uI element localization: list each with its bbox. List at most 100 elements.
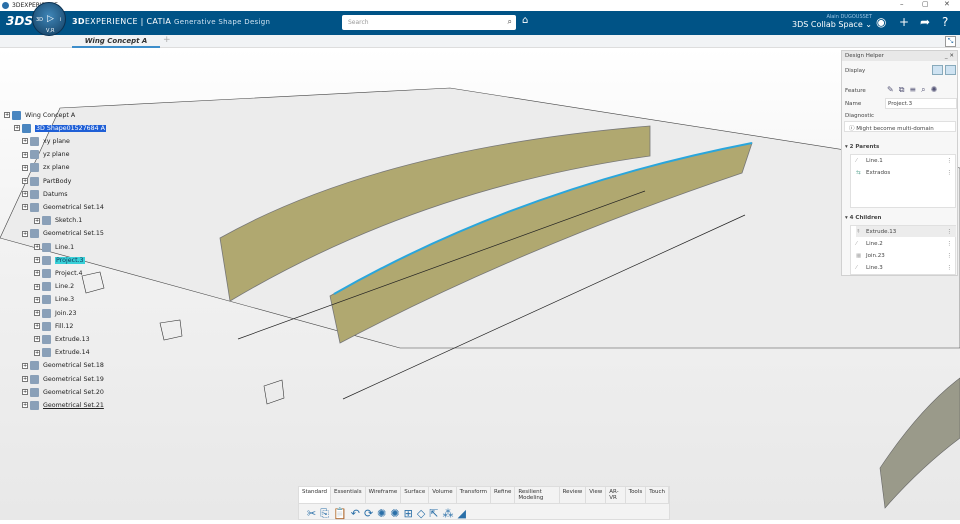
tree-node[interactable]: + Geometrical Set.14 bbox=[22, 201, 104, 213]
search-input[interactable]: Search ⌕ bbox=[342, 15, 516, 30]
tree-node[interactable]: + Geometrical Set.18 bbox=[22, 360, 104, 372]
toolbar-tab[interactable]: Refine bbox=[491, 487, 516, 503]
tree-node-label[interactable]: Geometrical Set.21 bbox=[43, 402, 104, 409]
paste-icon[interactable]: 📋 bbox=[333, 507, 347, 521]
parent-item[interactable]: ⁄ Line.1 ⋮ bbox=[856, 155, 956, 166]
tree-node-label[interactable]: zx plane bbox=[43, 164, 70, 171]
compass-vr[interactable]: V,R bbox=[46, 28, 54, 34]
expand-icon[interactable]: + bbox=[34, 323, 40, 330]
expand-icon[interactable]: + bbox=[4, 112, 10, 118]
expand-icon[interactable]: + bbox=[22, 230, 28, 237]
resilient-2-icon[interactable]: ✺ bbox=[390, 507, 399, 521]
tree-node-label[interactable]: Line.3 bbox=[55, 296, 74, 303]
more-icon[interactable]: ⋮ bbox=[947, 253, 953, 259]
tree-node[interactable]: + Extrude.13 bbox=[34, 333, 90, 345]
add-tab-button[interactable]: + bbox=[163, 35, 171, 45]
tree-node-label[interactable]: Datums bbox=[43, 191, 68, 198]
tree-node[interactable]: + Wing Concept A bbox=[4, 109, 75, 121]
minimize-button[interactable]: – bbox=[900, 0, 904, 8]
collab-space-selector[interactable]: 3DS Collab Space ⌄ bbox=[792, 20, 872, 29]
share-icon[interactable]: ➦ bbox=[920, 15, 930, 29]
more-icon[interactable]: ⋮ bbox=[947, 229, 953, 235]
toolbar-tab[interactable]: Review bbox=[560, 487, 587, 503]
update-icon[interactable]: ⟳ bbox=[364, 507, 373, 521]
expand-icon[interactable]: + bbox=[34, 349, 40, 356]
restore-view-icon[interactable]: ⤡ bbox=[945, 36, 956, 47]
expand-icon[interactable]: + bbox=[34, 283, 40, 290]
tree-node[interactable]: + yz plane bbox=[22, 149, 70, 161]
cut-icon[interactable]: ✂ bbox=[307, 507, 316, 521]
compass-widget[interactable]: 3D ▷ i V,R bbox=[32, 2, 66, 36]
3d-geometry[interactable] bbox=[0, 48, 960, 520]
expand-icon[interactable]: + bbox=[22, 362, 28, 369]
resilient-7-icon[interactable]: ◢ bbox=[458, 507, 466, 521]
toolbar-tab[interactable]: AR-VR bbox=[606, 487, 626, 503]
ds-logo-icon[interactable]: 3DS bbox=[6, 14, 33, 28]
toolbar-tab[interactable]: Standard bbox=[299, 487, 332, 503]
tree-node-label[interactable]: Geometrical Set.18 bbox=[43, 362, 104, 369]
tree-node-label[interactable]: Project.4 bbox=[55, 270, 83, 277]
toolbar-tab[interactable]: Volume bbox=[429, 487, 457, 503]
tag-icon[interactable]: ⌂ bbox=[522, 15, 528, 26]
tree-node-label[interactable]: yz plane bbox=[43, 151, 70, 158]
tree-node-label[interactable]: Geometrical Set.20 bbox=[43, 389, 104, 396]
children-header[interactable]: ▾ 4 Children bbox=[845, 215, 881, 221]
tree-node-label[interactable]: Extrude.14 bbox=[55, 349, 90, 356]
tree-node-label[interactable]: Line.2 bbox=[55, 283, 74, 290]
tree-node-label[interactable]: Geometrical Set.19 bbox=[43, 376, 104, 383]
more-icon[interactable]: ⋮ bbox=[947, 265, 953, 271]
tree-node-label[interactable]: Fill.12 bbox=[55, 323, 73, 330]
toolbar-tab[interactable]: Resilient Modeling bbox=[515, 487, 560, 503]
expand-icon[interactable]: + bbox=[22, 138, 28, 145]
expand-icon[interactable]: + bbox=[34, 310, 40, 316]
profile-icon[interactable]: ◉ bbox=[876, 15, 886, 29]
expand-icon[interactable]: + bbox=[22, 389, 28, 396]
maximize-button[interactable]: ▢ bbox=[922, 0, 929, 8]
resilient-6-icon[interactable]: ⁂ bbox=[443, 507, 454, 521]
tree-node[interactable]: + Line.1 bbox=[34, 241, 74, 253]
resilient-3-icon[interactable]: ⊞ bbox=[404, 507, 413, 521]
tree-node[interactable]: + Fill.12 bbox=[34, 320, 73, 332]
toolbar-tab[interactable]: Transform bbox=[457, 487, 492, 503]
toolbar-tab[interactable]: Surface bbox=[401, 487, 430, 503]
tree-node[interactable]: + Project.4 bbox=[34, 267, 83, 279]
show-icon[interactable] bbox=[932, 65, 943, 75]
toolbar-tab[interactable]: Touch bbox=[646, 487, 669, 503]
tree-node[interactable]: + zx plane bbox=[22, 162, 70, 174]
expand-icon[interactable]: + bbox=[34, 270, 40, 277]
expand-icon[interactable]: + bbox=[34, 336, 40, 343]
tree-node[interactable]: + Sketch.1 bbox=[34, 215, 82, 227]
expand-icon[interactable]: + bbox=[34, 217, 40, 224]
tree-node-label[interactable]: Geometrical Set.14 bbox=[43, 204, 104, 211]
toolbar-tab[interactable]: Tools bbox=[626, 487, 647, 503]
tree-node-label[interactable]: xy plane bbox=[43, 138, 70, 145]
expand-icon[interactable]: + bbox=[22, 178, 28, 184]
expand-icon[interactable]: + bbox=[34, 244, 40, 250]
feature-tools-icons[interactable]: ✎⧉≡⌕✺ bbox=[887, 85, 942, 95]
tree-node-label[interactable]: Extrude.13 bbox=[55, 336, 90, 343]
tree-node[interactable]: + Geometrical Set.20 bbox=[22, 386, 104, 398]
display-mode-icon[interactable] bbox=[945, 65, 956, 75]
expand-icon[interactable]: + bbox=[34, 257, 40, 264]
tree-node[interactable]: + Geometrical Set.21 bbox=[22, 399, 104, 411]
expand-icon[interactable]: + bbox=[22, 191, 28, 198]
child-item[interactable]: ⁄ Line.3 ⋮ bbox=[856, 262, 956, 273]
user-space[interactable]: Alain DUGOUSSET 3DS Collab Space ⌄ bbox=[792, 14, 872, 29]
child-item[interactable]: ▦ Join.23 ⋮ bbox=[856, 250, 956, 261]
compass-3d[interactable]: 3D bbox=[36, 17, 43, 23]
resilient-5-icon[interactable]: ⇱ bbox=[429, 507, 438, 521]
tree-node[interactable]: + Line.3 bbox=[34, 294, 74, 306]
tree-node[interactable]: + Line.2 bbox=[34, 281, 74, 293]
tree-node[interactable]: + Project.3 bbox=[34, 254, 85, 266]
tree-node[interactable]: + Join.23 bbox=[34, 307, 76, 319]
tree-node[interactable]: + PartBody bbox=[22, 175, 71, 187]
tree-node[interactable]: + xy plane bbox=[22, 135, 70, 147]
more-icon[interactable]: ⋮ bbox=[947, 241, 953, 247]
child-item[interactable]: ⁄ Line.2 ⋮ bbox=[856, 238, 956, 249]
tree-node[interactable]: + Geometrical Set.19 bbox=[22, 373, 104, 385]
child-item[interactable]: ↟ Extrude.13 ⋮ bbox=[856, 226, 956, 237]
undo-icon[interactable]: ↶ bbox=[351, 507, 360, 521]
tree-node-label[interactable]: 3D Shape01527684 A bbox=[35, 124, 106, 132]
add-icon[interactable]: + bbox=[899, 15, 909, 29]
tree-node-label[interactable]: Project.3 bbox=[55, 256, 85, 264]
